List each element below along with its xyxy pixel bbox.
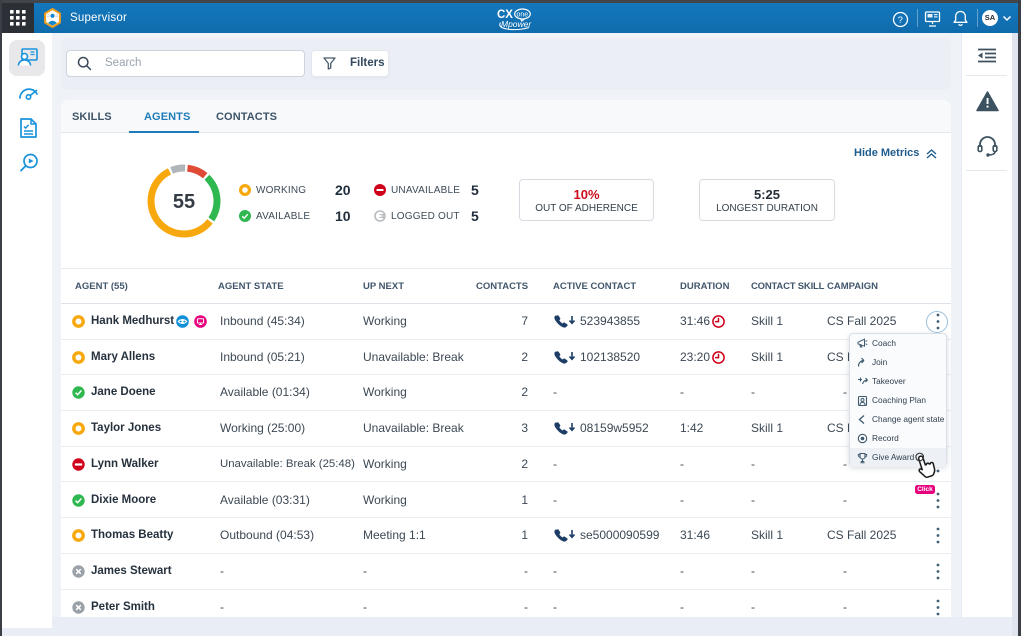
svg-text:one: one [517,12,529,19]
svg-text:55: 55 [173,191,195,213]
svg-text:?: ? [898,15,903,26]
